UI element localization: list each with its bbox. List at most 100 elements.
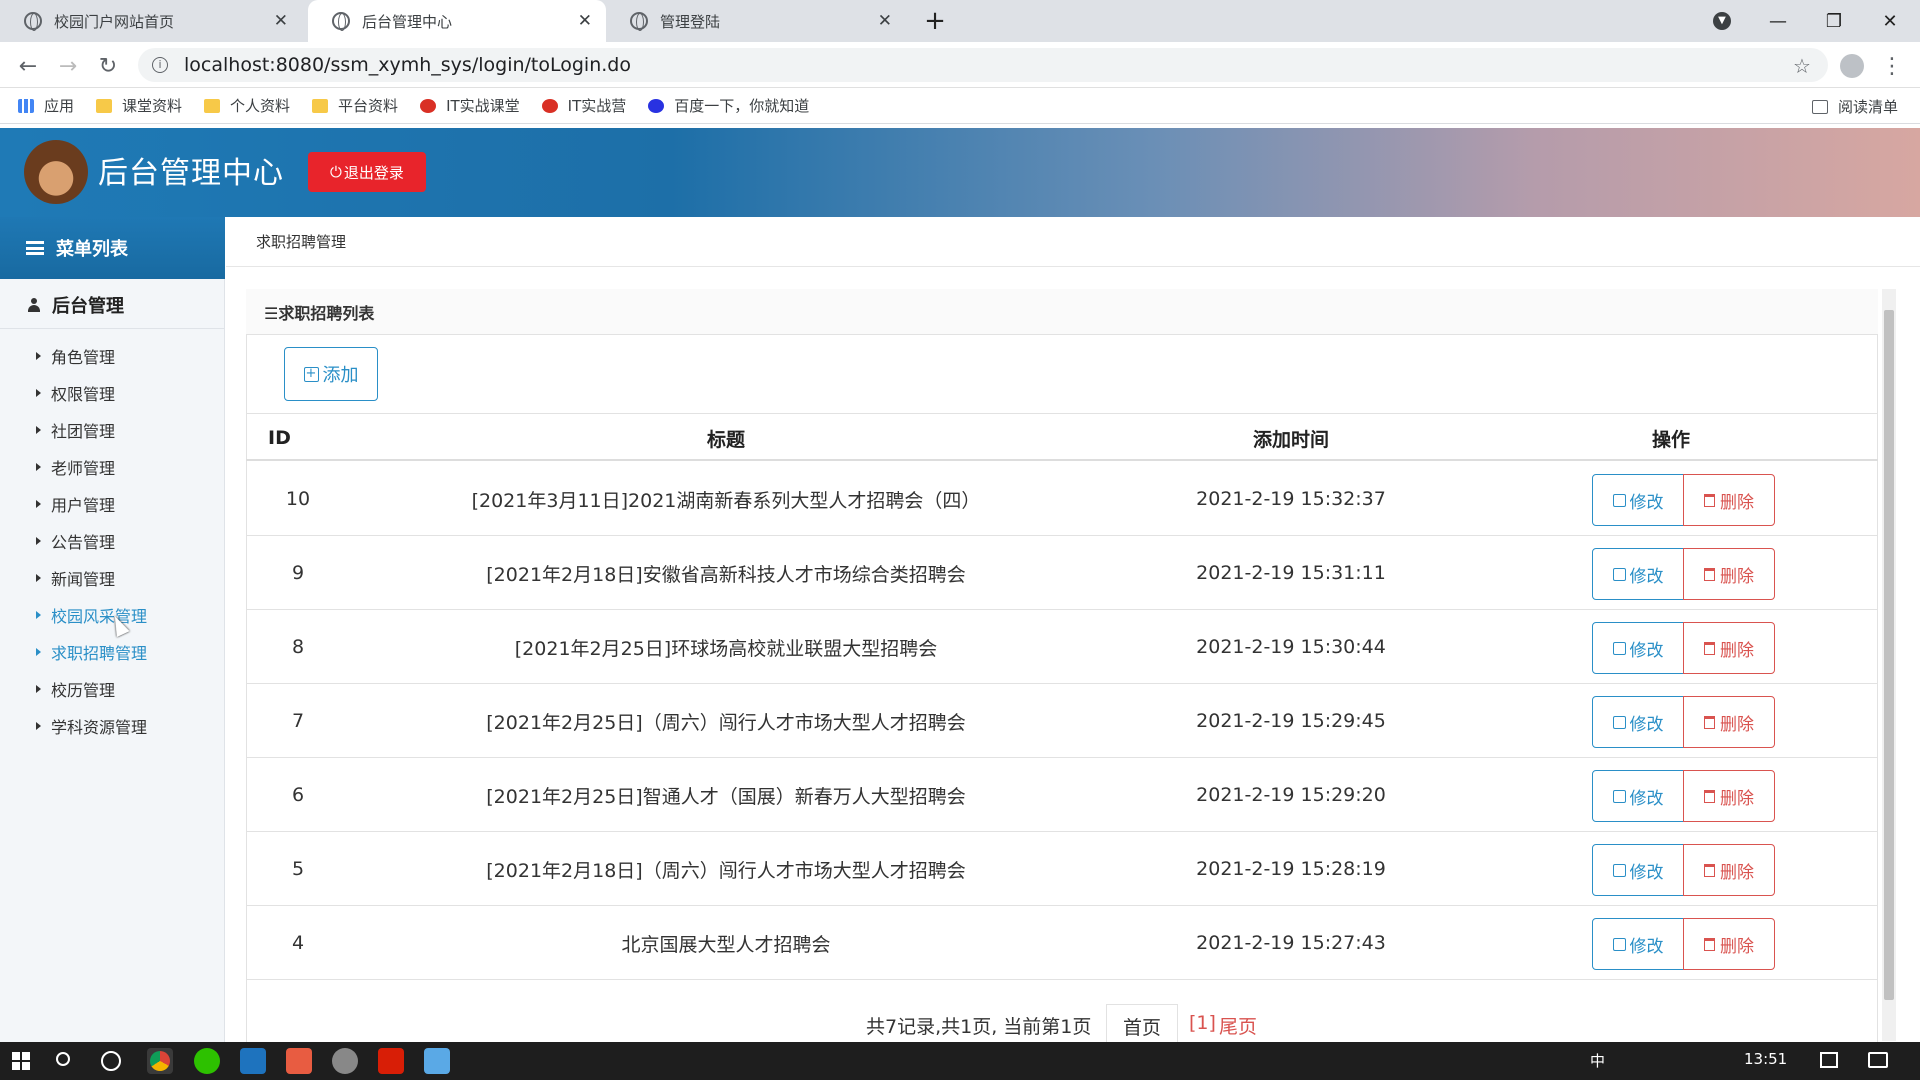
- caret-right-icon: [36, 574, 41, 582]
- sidebar-item-clubs[interactable]: 社团管理: [36, 415, 115, 445]
- sidebar-item-label: 权限管理: [51, 385, 116, 404]
- bookmark-it-camp[interactable]: IT实战营: [541, 95, 626, 116]
- last-page-link[interactable]: 尾页: [1219, 1012, 1257, 1039]
- reload-button[interactable]: ↻: [92, 50, 124, 82]
- current-page-link[interactable]: [1]: [1189, 1012, 1216, 1034]
- sidebar-item-campus-style[interactable]: 校园风采管理: [36, 600, 147, 630]
- bookmark-folder-personal[interactable]: 个人资料: [204, 95, 290, 116]
- more-menu-button[interactable]: ⋮: [1876, 50, 1908, 82]
- cell-id: 9: [291, 562, 305, 584]
- close-icon[interactable]: ✕: [274, 11, 288, 31]
- first-page-link[interactable]: 首页: [1106, 1004, 1179, 1044]
- cell-id: 5: [291, 858, 305, 880]
- edit-button[interactable]: 修改: [1592, 696, 1684, 748]
- tab-search-button[interactable]: ▼: [1694, 0, 1750, 42]
- edit-button[interactable]: 修改: [1592, 770, 1684, 822]
- minimize-button[interactable]: —: [1750, 0, 1806, 42]
- app-taskbar-icon[interactable]: [286, 1048, 312, 1074]
- tab-title: 校园门户网站首页: [54, 12, 175, 31]
- close-window-button[interactable]: ✕: [1862, 0, 1918, 42]
- forward-button[interactable]: →: [52, 50, 84, 82]
- tab-portal-home[interactable]: 校园门户网站首页 ✕: [0, 0, 302, 42]
- sidebar-item-teachers[interactable]: 老师管理: [36, 452, 115, 482]
- notification-icon[interactable]: [1820, 1052, 1838, 1068]
- new-tab-button[interactable]: +: [907, 0, 963, 42]
- sidebar-item-permissions[interactable]: 权限管理: [36, 378, 115, 408]
- bookmark-it-class[interactable]: IT实战课堂: [420, 95, 520, 116]
- sidebar-item-jobs[interactable]: 求职招聘管理: [36, 637, 147, 667]
- pagination: 共7记录,共1页, 当前第1页 首页 [1] 尾页: [246, 1004, 1878, 1044]
- clock[interactable]: 13:51: [1744, 1050, 1787, 1068]
- reading-list-button[interactable]: 阅读清单: [1812, 96, 1898, 117]
- caret-right-icon: [36, 463, 41, 471]
- search-icon[interactable]: [56, 1052, 70, 1066]
- globe-icon: [24, 12, 42, 31]
- restore-button[interactable]: ❐: [1806, 0, 1862, 42]
- close-icon[interactable]: ✕: [878, 11, 892, 31]
- app-taskbar-icon[interactable]: [240, 1048, 266, 1074]
- add-button[interactable]: + 添加: [284, 347, 378, 401]
- sidebar-item-users[interactable]: 用户管理: [36, 489, 115, 519]
- tab-title: 后台管理中心: [362, 12, 453, 31]
- ime-indicator[interactable]: 中: [1590, 1050, 1605, 1071]
- sidebar-item-label: 校历管理: [51, 681, 116, 700]
- sidebar-item-resources[interactable]: 学科资源管理: [36, 711, 147, 741]
- sidebar-item-label: 新闻管理: [51, 570, 116, 589]
- edit-button[interactable]: 修改: [1592, 622, 1684, 674]
- tab-admin-center[interactable]: 后台管理中心 ✕: [308, 0, 606, 42]
- bookmark-folder-course[interactable]: 课堂资料: [96, 95, 182, 116]
- profile-button[interactable]: [1836, 50, 1868, 82]
- sidebar-item-roles[interactable]: 角色管理: [36, 341, 115, 371]
- edit-button[interactable]: 修改: [1592, 474, 1684, 526]
- close-icon[interactable]: ✕: [578, 11, 592, 31]
- url-text: localhost:8080/ssm_xymh_sys/login/toLogi…: [184, 54, 631, 76]
- windows-start-icon[interactable]: [12, 1052, 30, 1070]
- logout-button[interactable]: ⏻ 退出登录: [308, 152, 426, 192]
- tab-admin-login[interactable]: 管理登陆 ✕: [606, 0, 906, 42]
- trash-icon: [1704, 567, 1715, 581]
- breadcrumb: 求职招聘管理: [226, 217, 1920, 267]
- cell-time: 2021-2-19 15:29:20: [1196, 784, 1386, 806]
- info-icon[interactable]: i: [152, 57, 168, 73]
- notepad-taskbar-icon[interactable]: [424, 1048, 450, 1074]
- edit-button[interactable]: 修改: [1592, 548, 1684, 600]
- wechat-taskbar-icon[interactable]: [194, 1048, 220, 1074]
- wps-taskbar-icon[interactable]: [378, 1048, 404, 1074]
- sidebar-group-admin[interactable]: 后台管理: [0, 281, 225, 329]
- settings-taskbar-icon[interactable]: [332, 1048, 358, 1074]
- cortana-icon[interactable]: [101, 1051, 121, 1071]
- bookmark-apps[interactable]: 应用: [18, 95, 74, 116]
- sidebar-item-notices[interactable]: 公告管理: [36, 526, 115, 556]
- cell-id: 7: [291, 710, 305, 732]
- plus-square-icon: +: [303, 366, 319, 382]
- panel-title: ☰求职招聘列表: [246, 289, 1878, 335]
- delete-button[interactable]: 删除: [1683, 844, 1775, 896]
- address-bar[interactable]: i localhost:8080/ssm_xymh_sys/login/toLo…: [138, 48, 1828, 82]
- reading-list-icon: [1812, 99, 1828, 114]
- scrollbar-thumb[interactable]: [1884, 310, 1894, 1000]
- back-button[interactable]: ←: [12, 50, 44, 82]
- sidebar-item-label: 角色管理: [51, 348, 116, 367]
- delete-button[interactable]: 删除: [1683, 696, 1775, 748]
- delete-button[interactable]: 删除: [1683, 770, 1775, 822]
- delete-label: 删除: [1720, 640, 1754, 661]
- sidebar-item-news[interactable]: 新闻管理: [36, 563, 115, 593]
- edit-button[interactable]: 修改: [1592, 844, 1684, 896]
- bookmark-folder-platform[interactable]: 平台资料: [312, 95, 398, 116]
- delete-button[interactable]: 删除: [1683, 474, 1775, 526]
- bookmarks-bar: 应用 课堂资料 个人资料 平台资料 IT实战课堂 IT实战营 百度一下，你就知道: [0, 88, 1920, 124]
- chrome-taskbar-icon[interactable]: [147, 1048, 173, 1074]
- bookmark-star-icon[interactable]: ☆: [1786, 50, 1818, 82]
- action-center-icon[interactable]: [1868, 1052, 1888, 1068]
- delete-button[interactable]: 删除: [1683, 622, 1775, 674]
- pagination-summary: 共7记录,共1页, 当前第1页: [866, 1016, 1092, 1038]
- menu-title: 菜单列表: [56, 239, 128, 260]
- bookmark-baidu[interactable]: 百度一下，你就知道: [648, 95, 809, 116]
- delete-button[interactable]: 删除: [1683, 548, 1775, 600]
- caret-right-icon: [36, 537, 41, 545]
- sidebar-item-calendar[interactable]: 校历管理: [36, 674, 115, 704]
- bookmark-label: 课堂资料: [122, 97, 183, 115]
- edit-button[interactable]: 修改: [1592, 918, 1684, 970]
- delete-button[interactable]: 删除: [1683, 918, 1775, 970]
- bookmark-label: IT实战课堂: [446, 97, 520, 115]
